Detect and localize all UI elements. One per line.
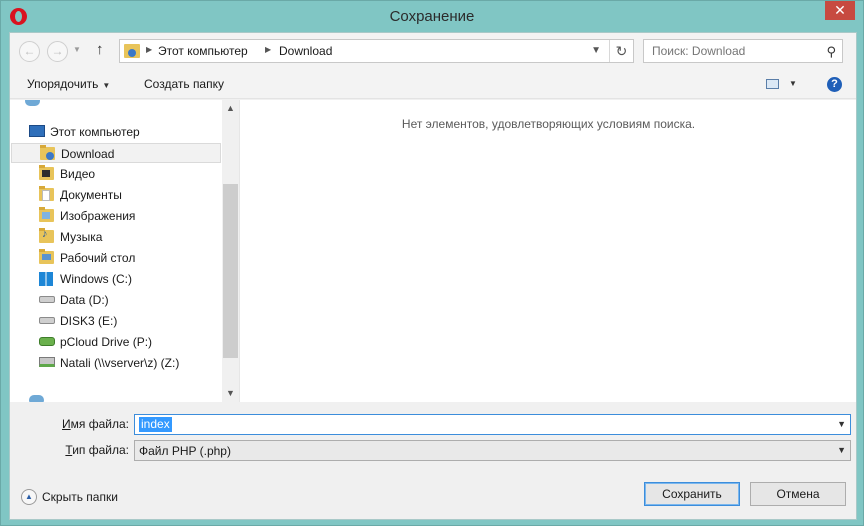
filename-label-text: мя файла:: [70, 417, 129, 431]
file-fields: Имя файла: index ▼ Тип файла: Файл PHP (…: [10, 402, 856, 461]
empty-results-message: Нет элементов, удовлетворяющих условиям …: [401, 117, 696, 131]
sidebar-item-label: Музыка: [60, 230, 103, 244]
pane-divider[interactable]: [239, 100, 240, 402]
recent-locations-icon[interactable]: ▼: [73, 45, 81, 54]
breadcrumb-separator-icon[interactable]: ▶: [265, 45, 271, 54]
organize-menu-button[interactable]: Упорядочить ▼: [27, 77, 110, 91]
breadcrumb-download[interactable]: Download: [279, 44, 332, 58]
sidebar-item-download[interactable]: Download: [11, 143, 221, 163]
address-bar[interactable]: ▶ Этот компьютер ▶ Download ▼ ↻: [119, 39, 634, 63]
sidebar-item-this-pc[interactable]: Этот компьютер: [11, 122, 221, 142]
sidebar-item-videos[interactable]: Видео: [11, 164, 221, 184]
downloads-folder-icon: [40, 145, 55, 160]
sidebar-item-partial[interactable]: [11, 100, 221, 120]
scroll-up-icon[interactable]: ▲: [222, 100, 239, 117]
hard-drive-icon: [39, 317, 55, 324]
search-input[interactable]: [652, 44, 812, 58]
sidebar-item-label: Документы: [60, 188, 122, 202]
breadcrumb-separator-icon[interactable]: ▶: [146, 45, 152, 54]
breadcrumb-this-pc[interactable]: Этот компьютер: [158, 44, 248, 58]
windows-drive-icon: [39, 272, 53, 286]
close-button[interactable]: ✕: [825, 1, 855, 20]
desktop-folder-icon: [39, 249, 54, 264]
address-dropdown-icon[interactable]: ▼: [591, 45, 601, 56]
save-dialog-window: Сохранение ✕ ← → ▼ ↑ ▶ Этот компьютер ▶ …: [0, 0, 864, 526]
sidebar-item-label: pCloud Drive (P:): [60, 335, 153, 349]
sidebar-item-drive-e[interactable]: DISK3 (E:): [11, 311, 221, 331]
sidebar-item-documents[interactable]: Документы: [11, 185, 221, 205]
sidebar-item-label: DISK3 (E:): [60, 314, 118, 328]
sidebar-item-drive-c[interactable]: Windows (C:): [11, 269, 221, 289]
help-icon[interactable]: ?: [827, 77, 842, 92]
refresh-icon[interactable]: ↻: [609, 40, 633, 62]
sidebar-item-label: Рабочий стол: [60, 251, 136, 265]
hide-folders-label: Скрыть папки: [42, 490, 118, 504]
cancel-button[interactable]: Отмена: [750, 482, 846, 506]
quick-access-icon: [25, 100, 40, 106]
sidebar-item-network-partial[interactable]: [11, 392, 221, 402]
music-folder-icon: [39, 228, 54, 243]
sidebar-item-label: Data (D:): [60, 293, 109, 307]
sidebar-item-music[interactable]: Музыка: [11, 227, 221, 247]
downloads-folder-icon: [124, 44, 140, 58]
filename-label: Имя файла:: [10, 417, 129, 431]
sidebar-item-drive-d[interactable]: Data (D:): [11, 290, 221, 310]
chevron-up-icon: ▲: [21, 489, 37, 505]
videos-folder-icon: [39, 165, 54, 180]
change-view-icon[interactable]: [766, 79, 779, 89]
filetype-label-text: ип файла:: [72, 443, 129, 457]
command-bar: Упорядочить ▼ Создать папку ▼ ?: [10, 69, 856, 99]
sidebar-item-pictures[interactable]: Изображения: [11, 206, 221, 226]
cloud-drive-icon: [39, 337, 55, 346]
sidebar-item-desktop[interactable]: Рабочий стол: [11, 248, 221, 268]
scrollbar-thumb[interactable]: [223, 184, 238, 358]
filename-dropdown-icon[interactable]: ▼: [837, 419, 846, 429]
network-icon: [29, 395, 44, 402]
forward-button[interactable]: →: [47, 41, 68, 62]
filetype-dropdown-icon[interactable]: ▼: [837, 445, 846, 455]
navigation-pane: Этот компьютер Download Видео Документы …: [10, 100, 241, 402]
network-drive-icon: [39, 357, 55, 367]
filename-field[interactable]: index ▼: [134, 414, 851, 435]
search-icon[interactable]: ⚲: [826, 44, 836, 60]
back-button[interactable]: ←: [19, 41, 40, 62]
title-bar[interactable]: Сохранение ✕: [1, 1, 863, 33]
sidebar-item-label: Windows (C:): [60, 272, 133, 286]
sidebar-item-drive-z[interactable]: Natali (\\vserver\z) (Z:): [11, 353, 221, 373]
save-button[interactable]: Сохранить: [644, 482, 740, 506]
view-options-chevron-icon[interactable]: ▼: [789, 79, 797, 88]
sidebar-item-label: Видео: [60, 167, 96, 181]
filename-value[interactable]: index: [139, 417, 172, 432]
navigation-bar: ← → ▼ ↑ ▶ Этот компьютер ▶ Download ▼ ↻ …: [10, 33, 856, 69]
window-title: Сохранение: [389, 8, 475, 25]
chevron-down-icon: ▼: [102, 81, 111, 90]
documents-folder-icon: [39, 186, 54, 201]
sidebar-item-label: Изображения: [60, 209, 136, 223]
filename-label-accesskey: И: [62, 417, 71, 431]
computer-icon: [29, 125, 45, 137]
dialog-client-area: ← → ▼ ↑ ▶ Этот компьютер ▶ Download ▼ ↻ …: [9, 32, 857, 520]
new-folder-button[interactable]: Создать папку: [144, 77, 224, 91]
pictures-folder-icon: [39, 207, 54, 222]
organize-label: Упорядочить: [27, 77, 99, 91]
hard-drive-icon: [39, 296, 55, 303]
sidebar-item-drive-p[interactable]: pCloud Drive (P:): [11, 332, 221, 352]
scroll-down-icon[interactable]: ▼: [222, 385, 239, 402]
filetype-select[interactable]: Файл PHP (.php) ▼: [134, 440, 851, 461]
filetype-value: Файл PHP (.php): [139, 444, 231, 458]
sidebar-item-label: Этот компьютер: [50, 125, 140, 139]
filetype-label: Тип файла:: [10, 443, 129, 457]
search-box[interactable]: ⚲: [643, 39, 843, 63]
navigation-pane-scrollbar[interactable]: ▲ ▼: [222, 100, 239, 402]
up-button[interactable]: ↑: [96, 41, 104, 58]
sidebar-item-label: Download: [61, 147, 115, 161]
file-list-area[interactable]: Нет элементов, удовлетворяющих условиям …: [241, 100, 856, 402]
sidebar-item-label: Natali (\\vserver\z) (Z:): [60, 356, 180, 370]
